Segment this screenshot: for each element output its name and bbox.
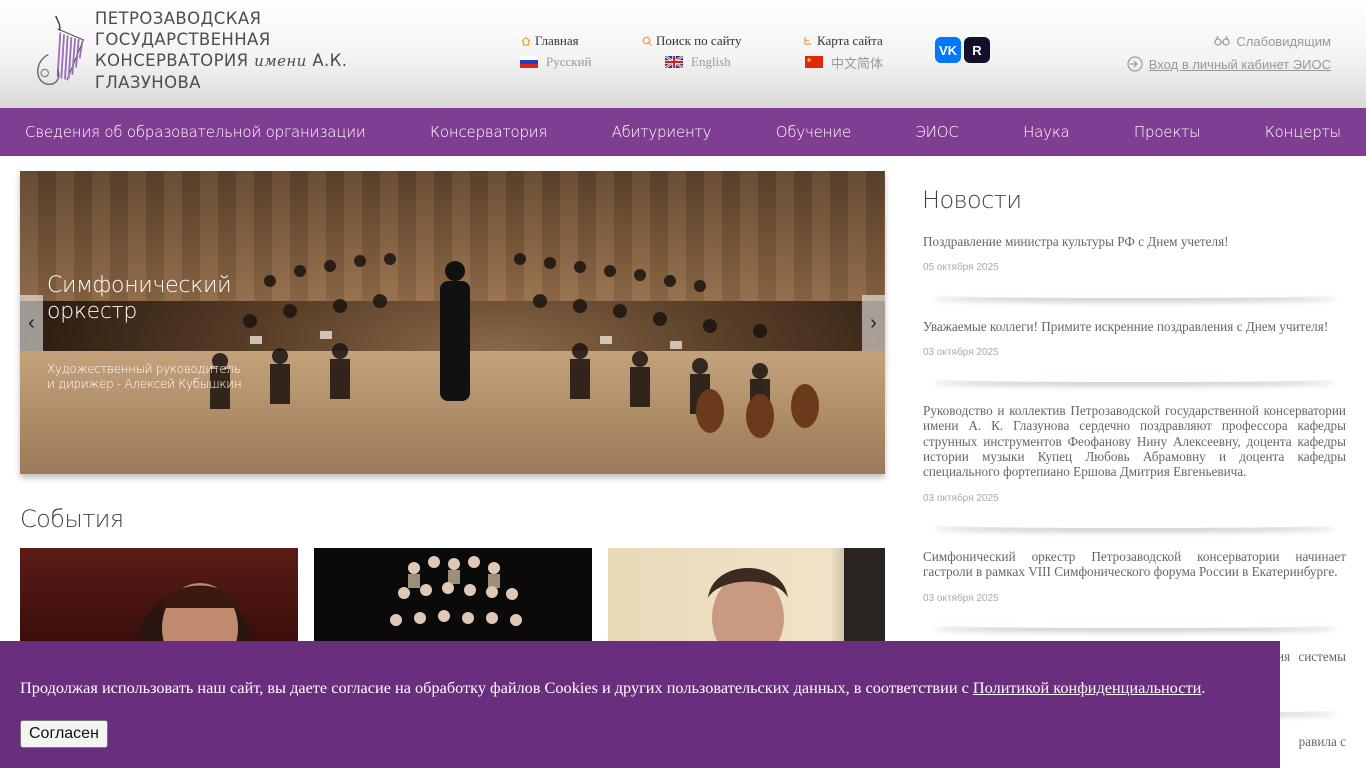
sitemap-icon (804, 37, 811, 45)
news-title: Новости (922, 186, 1022, 214)
cookie-banner: Продолжая использовать наш сайт, вы дает… (0, 641, 1280, 768)
top-links-col-3: Карта сайта 中文简体 (802, 33, 883, 75)
main-nav: Сведения об образовательной организации … (0, 108, 1366, 156)
low-vision-link[interactable]: Слабовидящим (1127, 33, 1331, 49)
login-icon (1127, 56, 1143, 72)
sitemap-link[interactable]: Карта сайта (802, 33, 883, 49)
slider-next-button[interactable]: › (862, 295, 885, 351)
slide-subtitle: Художественный руководитель и дирижёр - … (47, 362, 242, 391)
nav-item-info[interactable]: Сведения об образовательной организации (25, 123, 366, 141)
site-header: ПЕТРОЗАВОДСКАЯ ГОСУДАРСТВЕННАЯ КОНСЕРВАТ… (0, 0, 1366, 108)
nav-item-education[interactable]: Обучение (776, 123, 851, 141)
news-date: 03 октября 2025 (923, 592, 999, 604)
news-text: Руководство и коллектив Петрозаводской г… (923, 403, 1346, 480)
news-date: 03 октября 2025 (923, 346, 999, 358)
news-text: Поздравление министра культуры РФ с Днем… (923, 234, 1229, 249)
social-links: VK R (935, 37, 990, 63)
slider-prev-button[interactable]: ‹ (20, 295, 43, 351)
event-image-pianist (708, 548, 885, 643)
search-icon (642, 36, 652, 46)
chevron-left-icon: ‹ (28, 311, 35, 334)
logo-line-1: ПЕТРОЗАВОДСКАЯ ГОСУДАРСТВЕННАЯ (94, 8, 271, 49)
vk-icon[interactable]: VK (935, 37, 961, 63)
event-image-portrait (136, 583, 254, 643)
glasses-icon (1214, 35, 1231, 46)
news-item[interactable]: Поздравление министра культуры РФ с Днем… (923, 234, 1346, 302)
logo-line-2: КОНСЕРВАТОРИЯ имени А.К. ГЛАЗУНОВА (94, 50, 348, 92)
news-divider (923, 522, 1346, 532)
search-link[interactable]: Поиск по сайту (641, 33, 742, 49)
top-links-col-1: Главная Русский (520, 33, 592, 75)
nav-item-science[interactable]: Наука (1023, 123, 1070, 141)
news-text: Симфонический оркестр Петрозаводской кон… (923, 548, 1346, 580)
rutube-icon[interactable]: R (964, 37, 990, 63)
nav-item-eios[interactable]: ЭИОС (915, 123, 958, 141)
news-text: Уважаемые коллеги! Примите искренние поз… (923, 318, 1329, 334)
home-icon (521, 36, 531, 46)
header-right-links: Слабовидящим Вход в личный кабинет ЭИОС (1127, 33, 1331, 72)
events-list (20, 548, 885, 643)
news-item[interactable]: Уважаемые коллеги! Примите искренние поз… (923, 319, 1346, 387)
news-item[interactable]: Руководство и коллектив Петрозаводской г… (923, 403, 1346, 532)
news-divider (923, 292, 1346, 302)
event-card[interactable] (314, 548, 592, 643)
cookie-text: Продолжая использовать наш сайт, вы дает… (20, 678, 1206, 697)
event-image-choir (390, 556, 522, 626)
eios-login-link[interactable]: Вход в личный кабинет ЭИОС (1127, 56, 1331, 72)
event-card[interactable] (608, 548, 885, 643)
chevron-right-icon: › (870, 311, 877, 334)
logo-text: ПЕТРОЗАВОДСКАЯ ГОСУДАРСТВЕННАЯ КОНСЕРВАТ… (95, 8, 430, 93)
top-links-col-2: Поиск по сайту English (641, 33, 742, 75)
flag-uk-icon (665, 56, 683, 68)
news-item[interactable]: Симфонический оркестр Петрозаводской кон… (923, 549, 1346, 632)
event-card[interactable] (20, 548, 298, 643)
news-divider (923, 622, 1346, 632)
slide-title: Симфонический оркестр (47, 273, 232, 324)
harp-logo-icon (37, 15, 85, 86)
nav-item-applicants[interactable]: Абитуриенту (612, 123, 712, 141)
home-link[interactable]: Главная (520, 33, 592, 49)
hero-slider[interactable]: Симфонический оркестр Художественный рук… (20, 171, 885, 474)
privacy-policy-link[interactable]: Политикой конфиденциальности (973, 678, 1201, 697)
news-date: 03 октября 2025 (923, 492, 999, 504)
conservatory-logo[interactable]: ПЕТРОЗАВОДСКАЯ ГОСУДАРСТВЕННАЯ КОНСЕРВАТ… (30, 8, 430, 93)
lang-ru-link[interactable]: Русский (520, 54, 592, 70)
flag-cn-icon (805, 56, 823, 68)
cookie-agree-button[interactable]: Согласен (20, 720, 108, 748)
events-title: События (20, 505, 124, 533)
lang-en-link[interactable]: English (665, 54, 742, 70)
news-date: 05 октября 2025 (923, 262, 999, 274)
nav-item-projects[interactable]: Проекты (1134, 123, 1201, 141)
lang-cn-link[interactable]: 中文简体 (805, 54, 883, 71)
nav-item-conservatory[interactable]: Консерватория (430, 123, 547, 141)
flag-ru-icon (520, 56, 538, 68)
news-divider (923, 376, 1346, 386)
nav-item-concerts[interactable]: Концерты (1265, 123, 1341, 141)
